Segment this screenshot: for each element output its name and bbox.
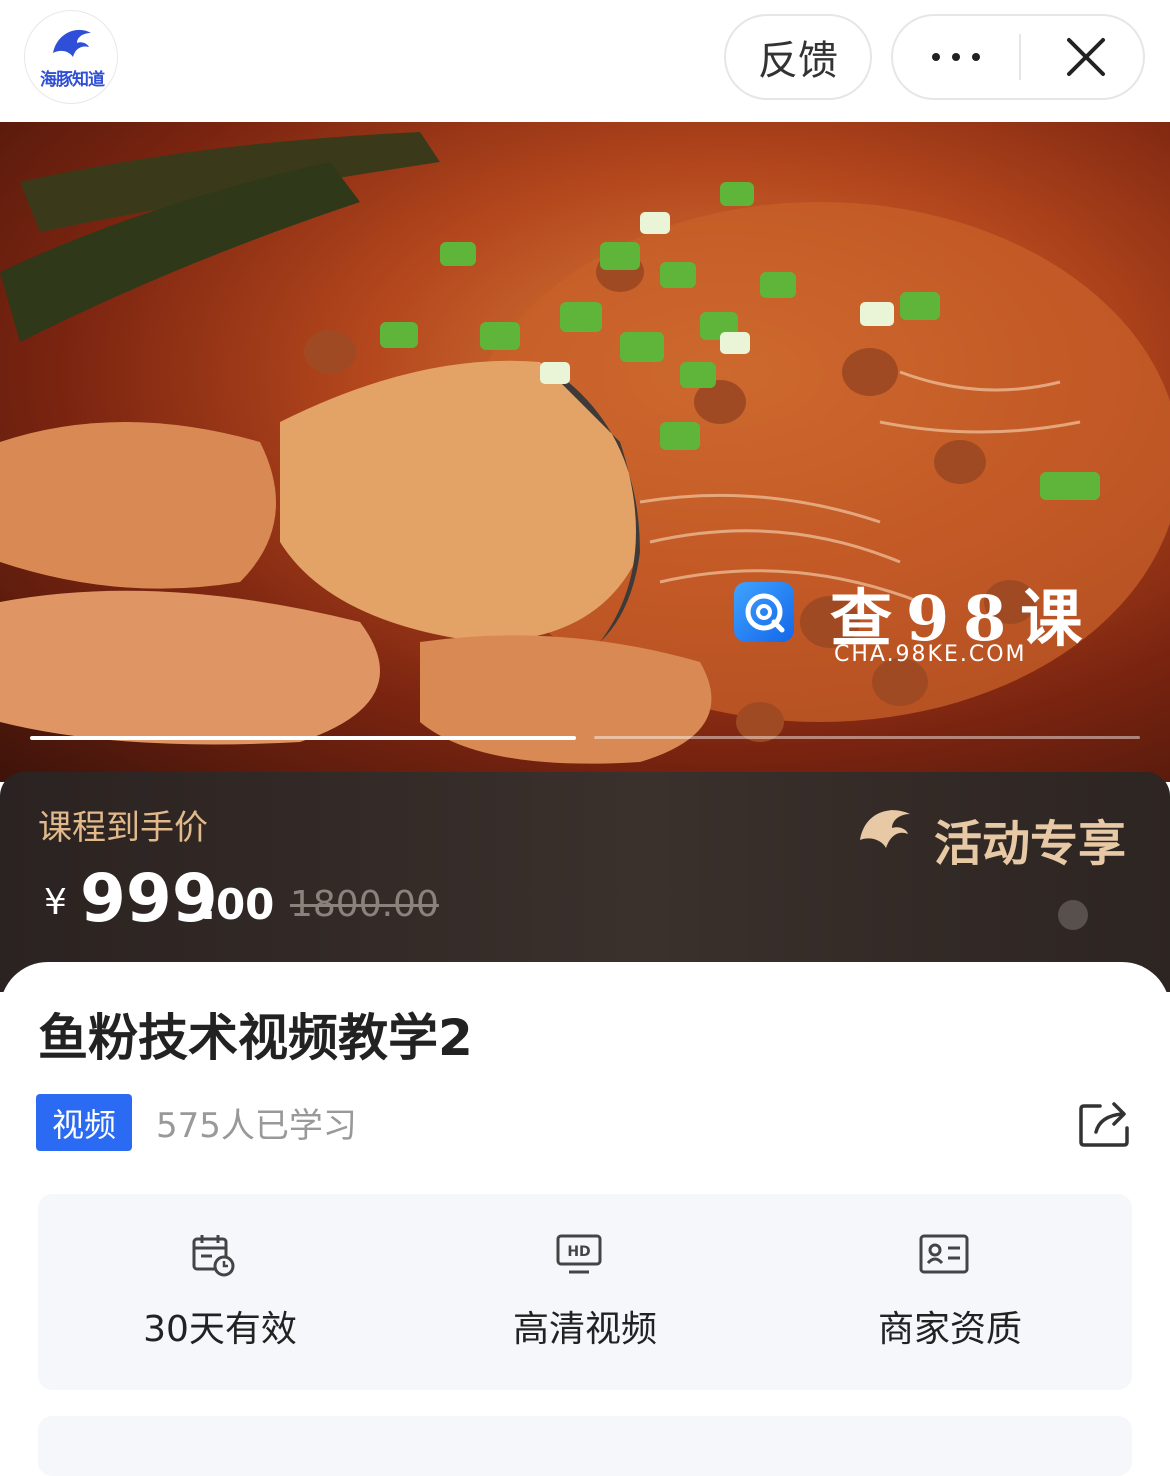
mini-program-capsule [891,14,1145,100]
feature-merchant-qualification: 商家资质 [768,1194,1132,1390]
learner-count: 575人已学习 [156,1106,357,1146]
close-button[interactable] [1023,16,1143,98]
share-icon [1079,1102,1129,1147]
feedback-button[interactable]: 反馈 [724,14,872,100]
course-cover-image[interactable]: 查98课 CHA.98KE.COM [0,122,1170,782]
app-logo[interactable]: 海豚知道 [24,10,118,104]
next-section-card [38,1416,1132,1476]
feature-strip: 30天有效 HD 高清视频 商家资质 [38,1194,1132,1390]
course-title: 鱼粉技术视频教学2 [38,1009,473,1067]
feature-label: 高清视频 [512,1309,657,1350]
more-button[interactable] [893,16,1018,98]
close-icon [1067,38,1105,76]
price-label: 课程到手价 [38,808,208,848]
carousel-indicator [594,736,1140,739]
promo-label: 活动专享 [934,816,1127,872]
price-decimal: .00 [200,880,275,929]
calendar-clock-icon [192,1235,235,1277]
price-band: 课程到手价 ¥ 999 .00 1800.00 活动专享 [0,772,1170,992]
price-integer: 999 [80,860,218,937]
share-button[interactable] [1078,1098,1132,1148]
feature-validity: 30天有效 [38,1194,402,1390]
dolphin-logo-icon [53,29,91,57]
id-card-icon [919,1234,969,1274]
feature-hd-video: HD 高清视频 [403,1194,767,1390]
hd-monitor-icon: HD [556,1234,602,1274]
course-info-card: 鱼粉技术视频教学2 视频 575人已学习 30天有效 HD 高清视频 商家资质 [0,962,1170,1476]
capsule-divider [1019,34,1021,80]
original-price: 1800.00 [290,884,439,925]
more-dot [951,53,960,61]
logo-text: 海豚知道 [40,70,105,90]
svg-text:HD: HD [567,1244,590,1260]
more-dots-icon [931,53,940,61]
feature-label: 30天有效 [143,1309,297,1350]
food-photo-illustration [0,132,1170,764]
watermark-subtext: CHA.98KE.COM [834,642,1027,667]
feature-label: 商家资质 [877,1309,1022,1350]
more-dot [971,53,980,61]
carousel-indicator-active [30,736,576,740]
watermark-logo-icon [734,582,794,642]
price-currency: ¥ [44,882,67,923]
top-bar: 海豚知道 反馈 [0,0,1170,122]
decorative-dot [1058,900,1088,930]
dolphin-promo-icon [860,810,910,848]
media-type-tag: 视频 [36,1094,132,1151]
